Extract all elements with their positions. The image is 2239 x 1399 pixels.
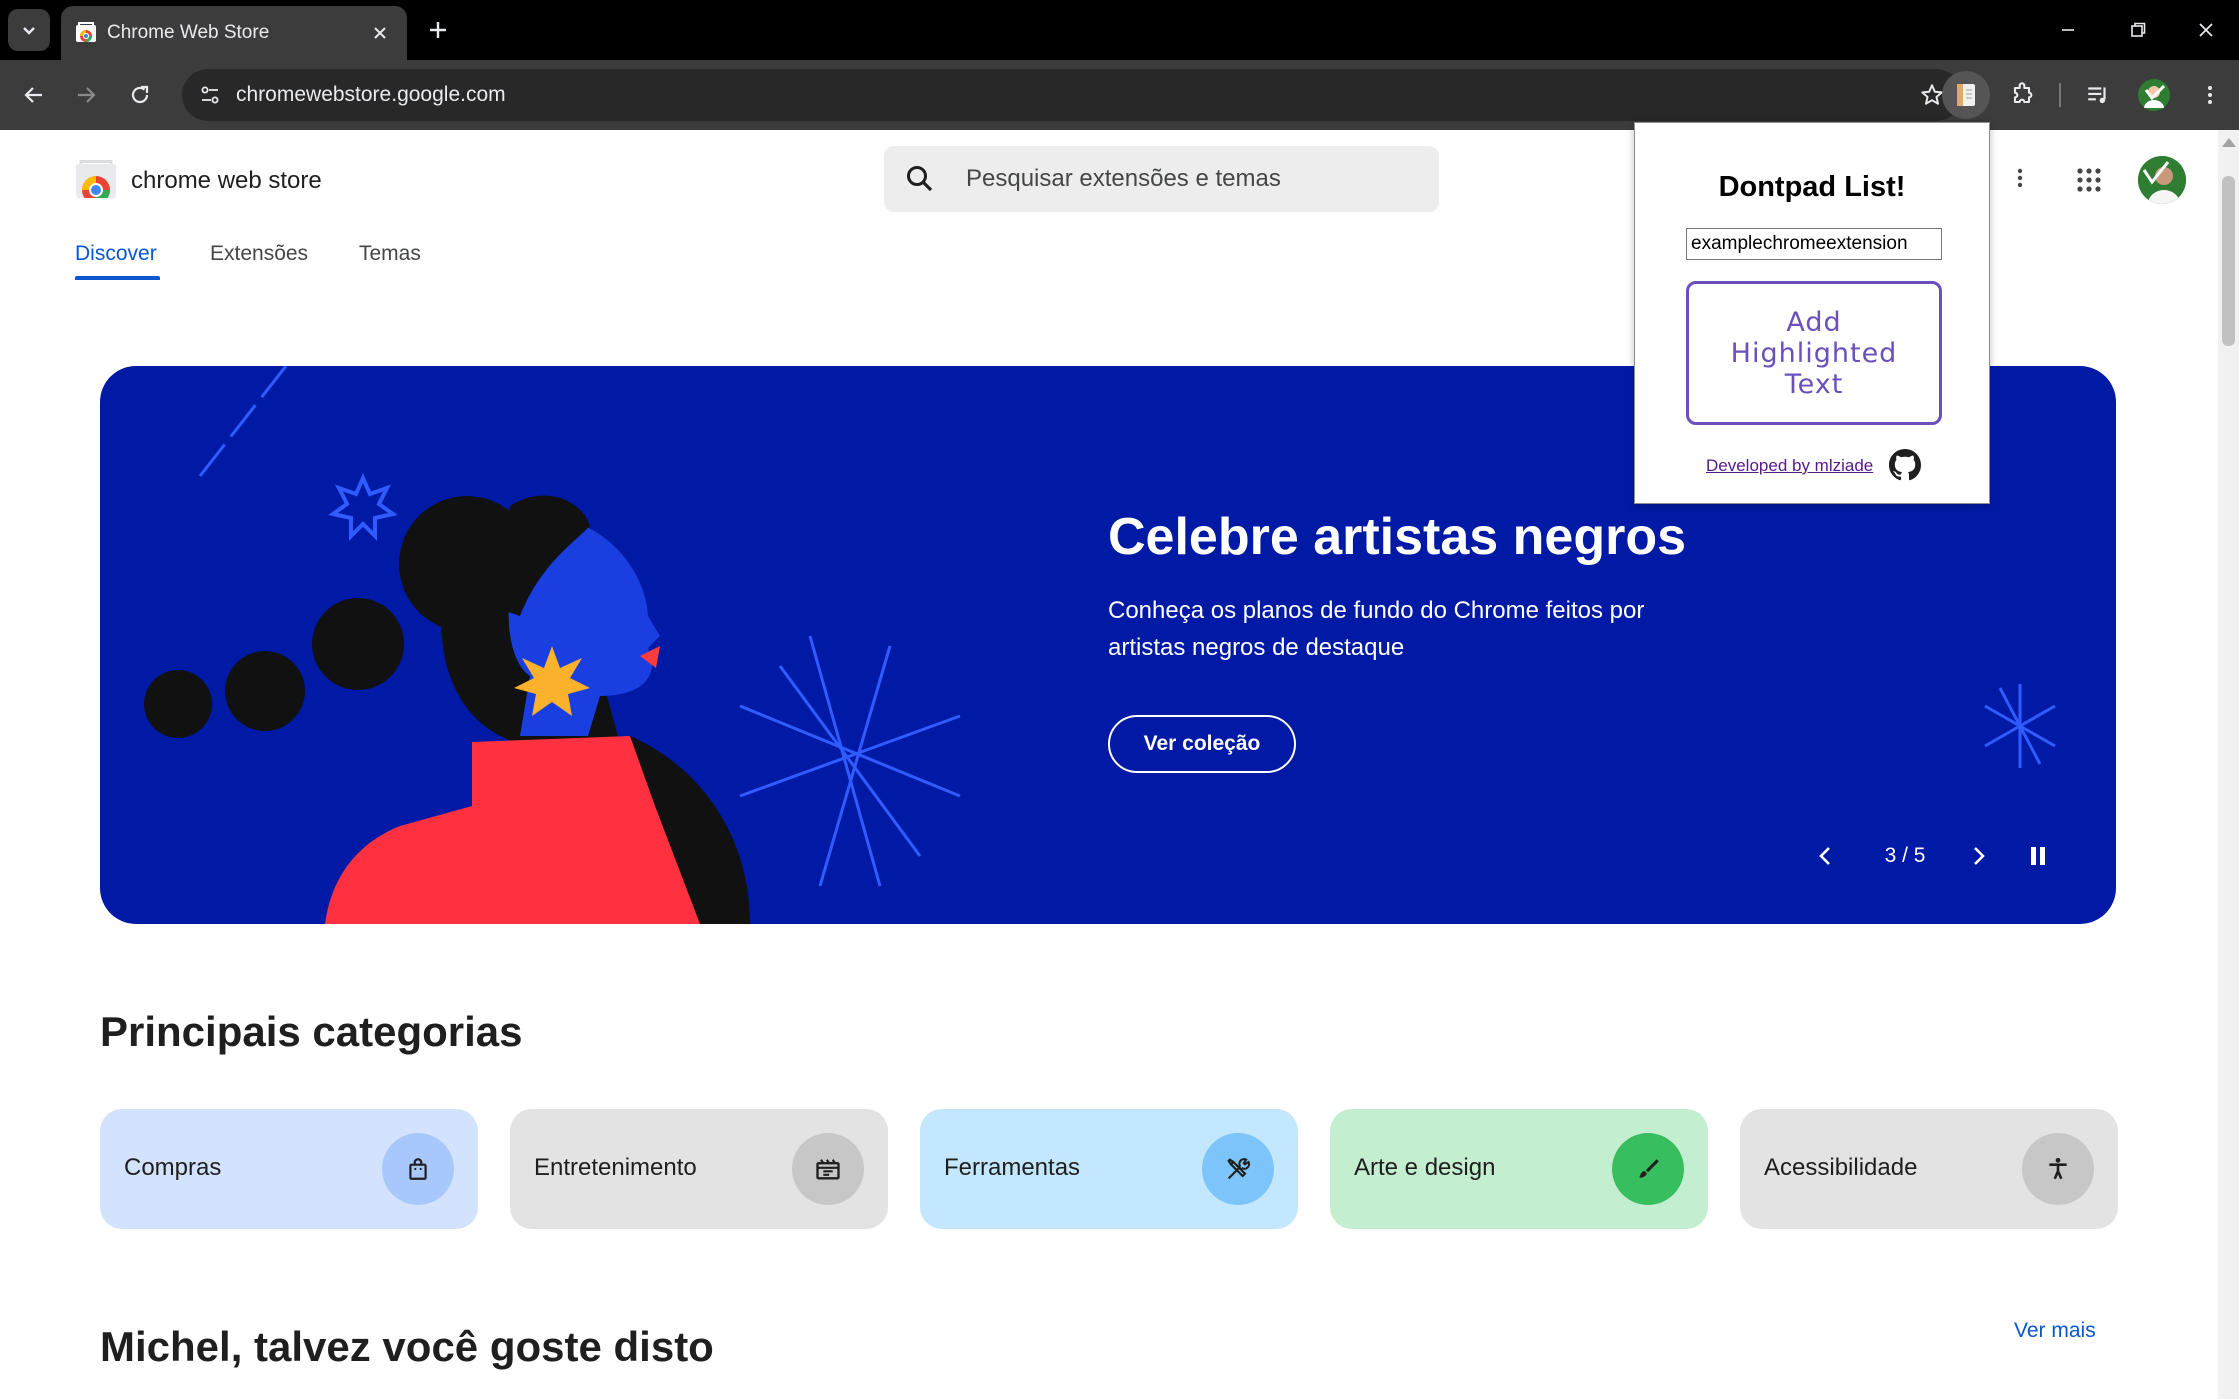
tab-strip: Chrome Web Store <box>0 0 2239 60</box>
sparkle-decoration <box>1984 684 2056 768</box>
tab-discover[interactable]: Discover <box>75 240 157 268</box>
carousel-prev-button[interactable] <box>1806 836 1846 876</box>
add-highlighted-text-button[interactable]: Add Highlighted Text <box>1686 281 1942 425</box>
developer-link[interactable]: Developed by mlziade <box>1706 455 1873 477</box>
carousel-pause-button[interactable] <box>2018 836 2058 876</box>
more-vert-icon <box>2208 86 2212 104</box>
store-search-input[interactable] <box>964 158 1418 200</box>
view-collection-button[interactable]: Ver coleção <box>1108 715 1296 773</box>
category-label: Acessibilidade <box>1764 1154 1918 1181</box>
movie-icon <box>792 1133 864 1205</box>
store-brand-name[interactable]: chrome web store <box>131 166 322 196</box>
profile-avatar-icon <box>2138 156 2186 204</box>
site-info-button[interactable] <box>194 79 226 111</box>
recommendations-heading: Michel, talvez você goste disto <box>100 1323 714 1370</box>
notebook-icon <box>1957 84 1975 106</box>
category-shopping[interactable]: Compras <box>100 1109 478 1229</box>
arrow-left-icon <box>24 87 42 103</box>
category-art-design[interactable]: Arte e design <box>1330 1109 1708 1229</box>
tab-title: Chrome Web Store <box>107 22 270 43</box>
plus-icon <box>430 22 446 38</box>
puzzle-icon <box>2013 82 2033 104</box>
chrome-web-store-favicon <box>76 22 96 42</box>
carousel-counter: 3 / 5 <box>1884 844 1926 867</box>
reload-icon <box>131 85 149 104</box>
tab-search-button[interactable] <box>8 9 50 51</box>
page-scrollbar[interactable] <box>2218 130 2239 1399</box>
category-label: Arte e design <box>1354 1154 1496 1181</box>
hero-title: Celebre artistas negros <box>1108 508 1687 566</box>
popup-title: Dontpad List! <box>1718 171 1906 203</box>
category-entertainment[interactable]: Entretenimento <box>510 1109 888 1229</box>
restore-icon <box>2131 22 2146 37</box>
arrow-right-icon <box>78 87 96 103</box>
category-label: Entretenimento <box>534 1154 697 1181</box>
tab-chrome-web-store[interactable]: Chrome Web Store <box>61 6 407 60</box>
hero-illustration <box>144 366 961 924</box>
apps-grid-icon <box>2077 168 2101 192</box>
account-avatar[interactable] <box>2138 156 2186 204</box>
store-search-bar[interactable] <box>884 146 1439 212</box>
profile-button[interactable] <box>2132 73 2176 117</box>
new-tab-button[interactable] <box>420 12 456 48</box>
category-label: Ferramentas <box>944 1154 1081 1181</box>
scrollbar-thumb[interactable] <box>2222 176 2235 346</box>
restore-button[interactable] <box>2116 8 2160 52</box>
reload-button[interactable] <box>118 73 162 117</box>
category-accessibility[interactable]: Acessibilidade <box>1740 1109 2118 1229</box>
tab-close-button[interactable] <box>367 20 393 46</box>
toolbar-separator <box>2059 83 2061 107</box>
playlist-icon <box>2088 87 2106 104</box>
minimize-button[interactable] <box>2046 8 2090 52</box>
categories-heading: Principais categorias <box>100 1008 523 1055</box>
dontpad-extension-popup: Dontpad List! Add Highlighted Text Devel… <box>1634 122 1990 504</box>
address-bar[interactable]: chromewebstore.google.com <box>182 69 1962 121</box>
back-button[interactable] <box>12 73 56 117</box>
forward-button[interactable] <box>64 73 108 117</box>
carousel-next-button[interactable] <box>1958 836 1998 876</box>
more-vert-icon <box>2017 168 2023 188</box>
hero-subtitle: Conheça os planos de fundo do Chrome fei… <box>1108 597 1645 661</box>
tune-icon <box>201 86 219 104</box>
browser-menu-button[interactable] <box>2188 73 2232 117</box>
search-icon <box>907 166 933 192</box>
chevron-down-icon <box>23 27 35 35</box>
tools-icon <box>1202 1133 1274 1205</box>
pause-icon <box>2031 847 2045 865</box>
see-more-link[interactable]: Ver mais <box>2014 1317 2096 1345</box>
close-window-button[interactable] <box>2184 8 2228 52</box>
extensions-button[interactable] <box>2000 73 2044 117</box>
media-control-button[interactable] <box>2076 73 2120 117</box>
url-text[interactable]: chromewebstore.google.com <box>236 82 506 108</box>
brush-icon <box>1612 1133 1684 1205</box>
dontpad-extension-button[interactable] <box>1942 71 1990 119</box>
tab-extensions[interactable]: Extensões <box>210 240 308 268</box>
category-tools[interactable]: Ferramentas <box>920 1109 1298 1229</box>
minimize-icon <box>2062 29 2074 31</box>
tab-themes[interactable]: Temas <box>359 240 421 268</box>
github-icon[interactable] <box>1889 449 1921 481</box>
browser-toolbar: chromewebstore.google.com <box>0 60 2239 130</box>
category-label: Compras <box>124 1154 222 1181</box>
profile-avatar-icon <box>2138 79 2170 111</box>
close-icon <box>2199 23 2213 37</box>
chevron-right-icon <box>1974 847 1985 865</box>
active-tab-indicator <box>75 276 160 280</box>
google-apps-button[interactable] <box>2067 158 2111 202</box>
store-more-menu-button[interactable] <box>2000 158 2040 198</box>
accessibility-icon <box>2022 1133 2094 1205</box>
shopping-bag-icon <box>382 1133 454 1205</box>
close-icon <box>374 27 386 39</box>
dontpad-name-input[interactable] <box>1686 228 1942 260</box>
chrome-web-store-logo <box>76 160 116 200</box>
scroll-up-arrow[interactable] <box>2222 138 2236 147</box>
chevron-left-icon <box>1819 847 1830 865</box>
